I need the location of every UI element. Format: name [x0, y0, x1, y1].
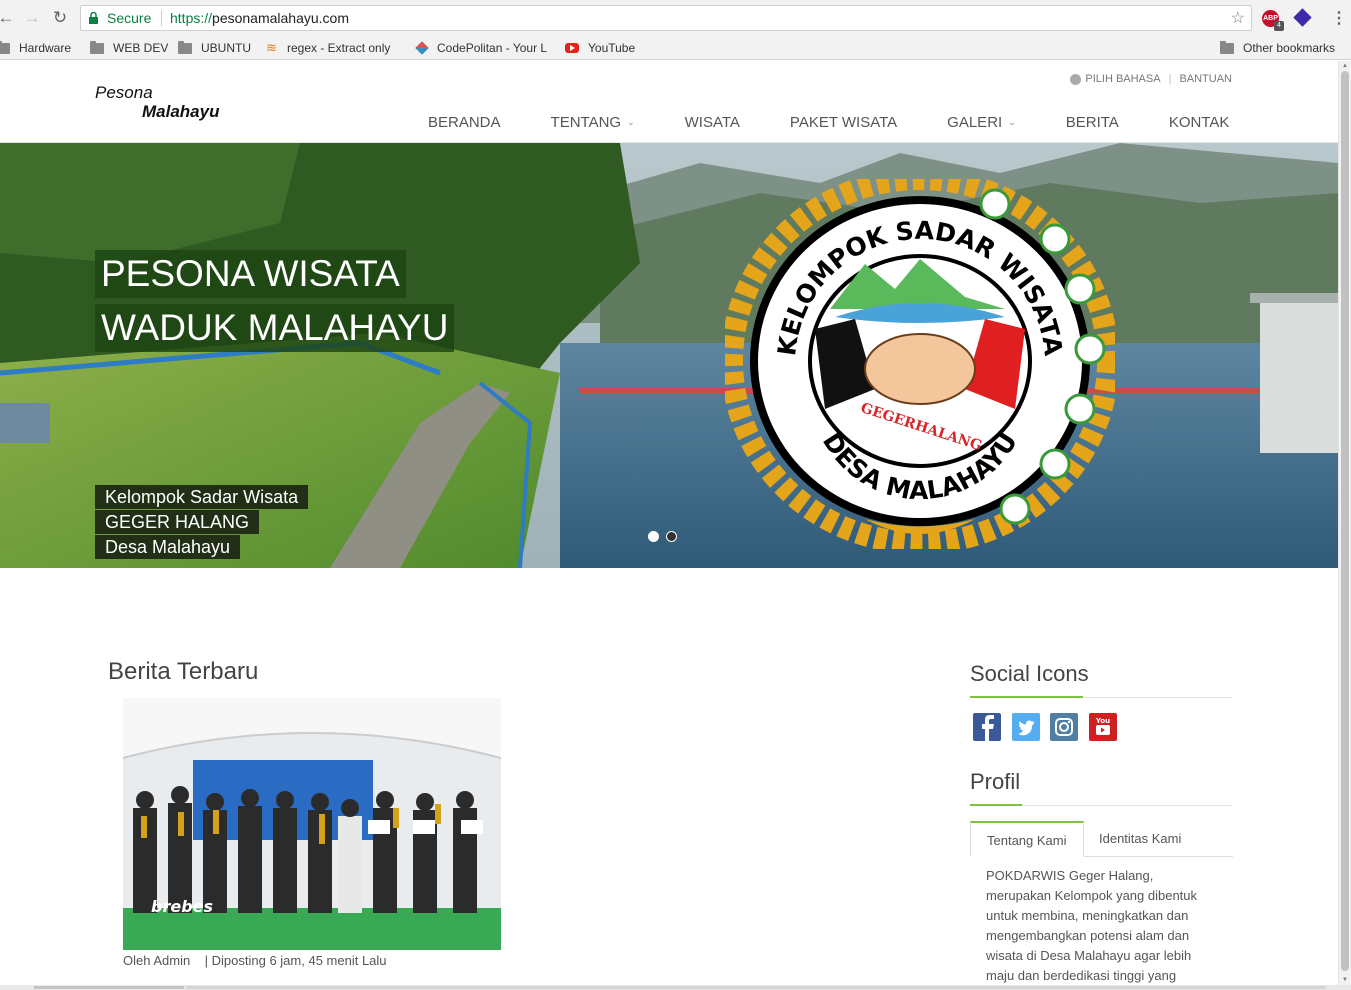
scrollbar-thumb[interactable]	[1341, 71, 1349, 971]
codepolitan-icon	[415, 41, 429, 55]
bookmark-other[interactable]: Other bookmarks	[1220, 39, 1335, 57]
folder-icon	[0, 40, 10, 54]
instagram-icon[interactable]	[1050, 713, 1078, 741]
news-photo[interactable]: brebes	[123, 698, 501, 950]
main-nav: BERANDA TENTANG ⌄ WISATA PAKET WISATA GAL…	[428, 114, 1279, 131]
logo-line-2: Malahayu	[142, 102, 220, 121]
svg-text:You: You	[1095, 717, 1110, 725]
tab-identitas-kami[interactable]: Identitas Kami	[1083, 821, 1197, 857]
logo-line-1: Pesona	[95, 83, 153, 102]
bookmark-ubuntu[interactable]: UBUNTU	[178, 39, 251, 57]
back-icon[interactable]: ←	[0, 8, 16, 28]
hero-subtitle-1: Kelompok Sadar Wisata	[95, 485, 309, 509]
globe-icon	[1070, 73, 1082, 85]
profil-tabs: Tentang Kami Identitas Kami	[970, 821, 1233, 857]
nav-kontak[interactable]: KONTAK	[1169, 114, 1230, 131]
lock-icon	[89, 12, 98, 24]
bookmark-regex[interactable]: ≋ regex - Extract only	[266, 39, 390, 57]
youtube-icon[interactable]: You	[1089, 713, 1117, 741]
hscroll-track	[186, 986, 1326, 989]
news-author: Oleh Admin	[123, 953, 191, 968]
profil-description: POKDARWIS Geger Halang, merupakan Kelomp…	[986, 868, 1198, 983]
news-meta: Oleh Admin | Diposting 6 jam, 45 menit L…	[123, 953, 387, 968]
stackoverflow-icon: ≋	[266, 40, 277, 55]
hero-slider[interactable]: PESONA WISATA WADUK MALAHAYU Kelompok Sa…	[0, 143, 1338, 568]
horizontal-scrollbar[interactable]	[0, 985, 1351, 990]
reload-icon[interactable]: ↻	[50, 8, 70, 28]
url-text: https://pesonamalahayu.com	[170, 10, 350, 26]
chevron-down-icon: ⌄	[627, 117, 635, 127]
bookmark-web-dev[interactable]: WEB DEV	[90, 39, 168, 57]
profil-widget-title: Profil	[970, 769, 1021, 794]
widget-accent-line	[970, 804, 1022, 806]
language-link[interactable]: PILIH BAHASA	[1085, 73, 1160, 85]
widget-accent-line	[970, 696, 1083, 698]
news-section-title: Berita Terbaru	[108, 658, 259, 685]
nav-galeri[interactable]: GALERI ⌄	[947, 114, 1016, 131]
facebook-icon[interactable]	[973, 713, 1001, 741]
hero-subtitle-3: Desa Malahayu	[95, 535, 241, 559]
bookmarks-bar: Hardware WEB DEV UBUNTU ≋ regex - Extract…	[0, 36, 1351, 60]
top-links: PILIH BAHASA | BANTUAN	[1070, 73, 1232, 85]
hero-title-line-2: WADUK MALAHAYU	[95, 304, 455, 352]
site-logo[interactable]: Pesona Malahayu	[95, 83, 219, 121]
secure-label: Secure	[107, 10, 152, 26]
omnibox-divider	[161, 10, 162, 26]
folder-icon	[178, 40, 192, 54]
youtube-icon	[565, 43, 579, 53]
address-bar[interactable]: Secure https://pesonamalahayu.com ☆	[80, 5, 1252, 31]
tab-tentang-kami[interactable]: Tentang Kami	[970, 821, 1084, 857]
bookmark-hardware[interactable]: Hardware	[0, 39, 71, 57]
scroll-up-icon[interactable]: ▲	[1342, 63, 1348, 69]
social-widget-title: Social Icons	[970, 661, 1089, 686]
nav-beranda[interactable]: BERANDA	[428, 114, 501, 131]
chevron-down-icon: ⌄	[1008, 117, 1016, 127]
hero-title-line-1: PESONA WISATA	[95, 250, 406, 298]
bookmark-youtube[interactable]: YouTube	[565, 39, 635, 57]
extension-icon[interactable]	[1293, 8, 1312, 27]
folder-icon	[1220, 40, 1234, 54]
browser-menu-icon[interactable]: ⋮	[1331, 8, 1347, 28]
nav-tentang[interactable]: TENTANG ⌄	[551, 114, 635, 131]
hscroll-thumb[interactable]	[34, 986, 184, 989]
bookmark-codepolitan[interactable]: CodePolitan - Your L	[415, 39, 547, 57]
twitter-icon[interactable]	[1012, 713, 1040, 741]
hero-subtitle-2: GEGER HALANG	[95, 510, 260, 534]
news-photo-image: brebes	[123, 698, 501, 950]
nav-wisata[interactable]: WISATA	[685, 114, 740, 131]
adblock-count-badge: 4	[1274, 21, 1284, 31]
news-posted-time: | Diposting 6 jam, 45 menit Lalu	[204, 953, 387, 968]
bookmark-star-icon[interactable]: ☆	[1231, 8, 1245, 28]
divider: |	[1168, 73, 1172, 85]
help-link[interactable]: BANTUAN	[1179, 73, 1232, 85]
scroll-down-icon[interactable]: ▼	[1342, 977, 1348, 983]
slider-dot-2[interactable]	[666, 531, 677, 542]
browser-toolbar: ← → ↻ Secure https://pesonamalahayu.com …	[0, 0, 1351, 36]
pokdarwis-emblem: KELOMPOK SADAR WISATA DESA MALAHAYU GEGE…	[725, 179, 1115, 549]
slider-dot-1[interactable]	[648, 531, 659, 542]
forward-icon[interactable]: →	[22, 8, 42, 28]
nav-berita[interactable]: BERITA	[1066, 114, 1119, 131]
web-page: Pesona Malahayu PILIH BAHASA | BANTUAN B…	[0, 61, 1338, 985]
nav-paket-wisata[interactable]: PAKET WISATA	[790, 114, 897, 131]
photo-watermark: brebes	[151, 897, 213, 916]
folder-icon	[90, 40, 104, 54]
vertical-scrollbar[interactable]: ▲ ▼	[1338, 61, 1351, 985]
